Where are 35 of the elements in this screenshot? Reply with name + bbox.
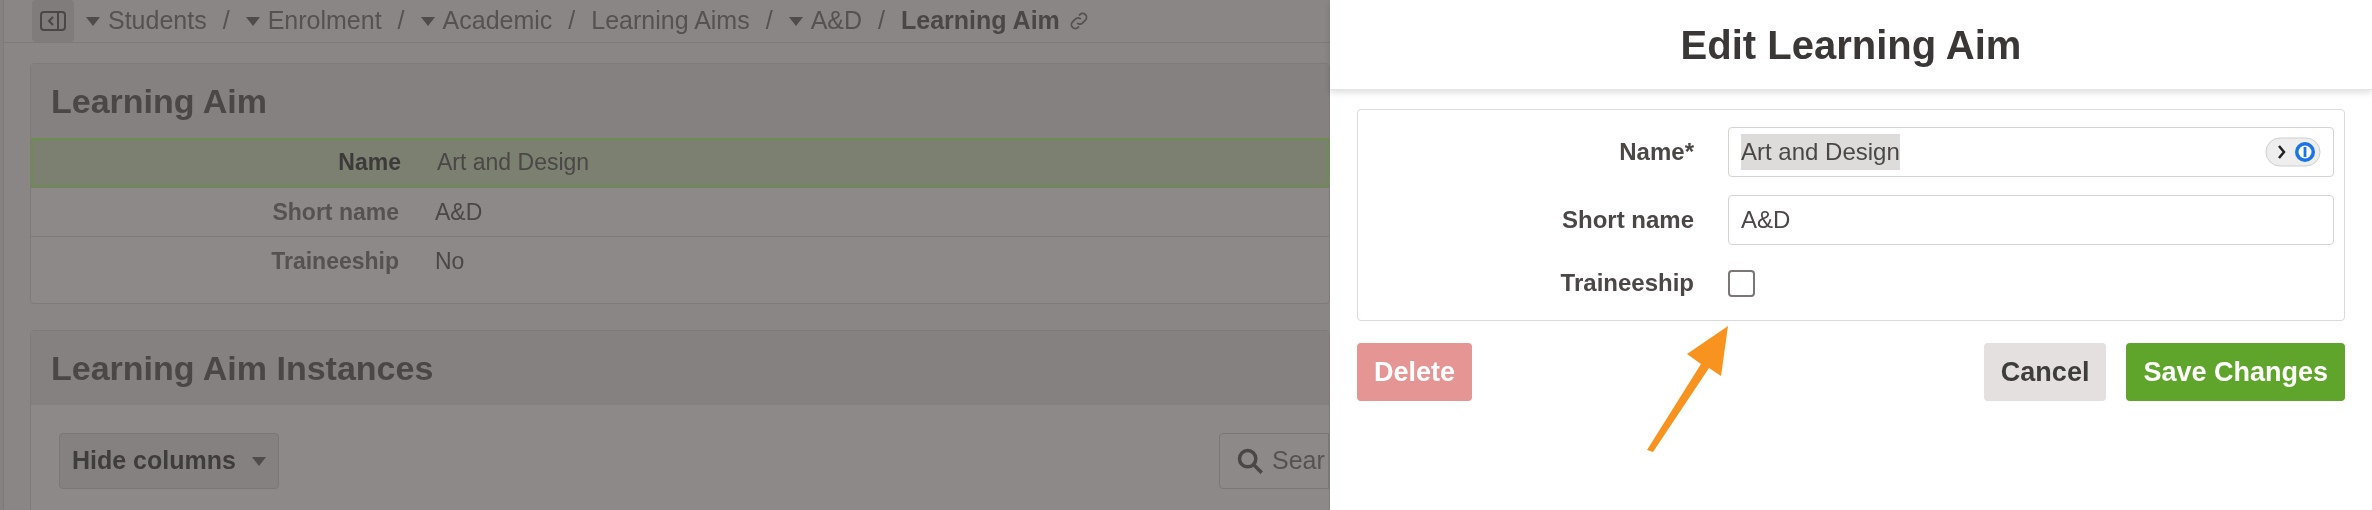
field-label: Short name [271,197,399,227]
card-title: Learning Aim [51,80,267,122]
breadcrumb-current[interactable]: Learning Aim [901,2,1060,40]
hide-columns-button[interactable]: Hide columns [59,433,279,489]
caret-icon [251,456,266,466]
field-label: Name* [1618,137,1694,167]
breadcrumb-separator: / [568,5,576,37]
text-input[interactable]: A&D [1728,195,2334,245]
text-input[interactable]: Art and Design [1728,127,2334,177]
search-field[interactable]: Sear [1219,433,1329,489]
caret-icon [245,16,260,26]
delete-button[interactable]: Delete [1357,343,1473,401]
panel-title: Edit Learning Aim [1680,21,2022,69]
sidebar-toggle-button[interactable] [32,0,74,42]
caret-icon [788,16,803,26]
panel-collapse-icon [40,11,66,31]
field-label: Traineeship [1559,268,1694,298]
breadcrumb-separator: / [222,5,230,37]
field-label: Short name [1560,205,1694,235]
password-manager-icon[interactable] [2265,137,2321,167]
breadcrumb-separator: / [878,5,885,37]
card-title: Learning Aim Instances [51,347,434,389]
field-value: No [435,246,465,276]
breadcrumb-separator: / [397,5,405,37]
cancel-button[interactable]: Cancel [1983,343,2107,401]
field-value: A&D [435,197,483,227]
save-button[interactable]: Save Changes [2126,343,2345,401]
checkbox[interactable] [1728,269,1755,297]
search-icon [1236,447,1264,475]
field-value: Art and Design [437,148,590,178]
breadcrumb-separator: / [765,5,773,37]
caret-icon [86,16,100,26]
caret-icon [420,16,435,26]
field-label: Traineeship [270,246,399,276]
field-label: Name [337,148,401,178]
